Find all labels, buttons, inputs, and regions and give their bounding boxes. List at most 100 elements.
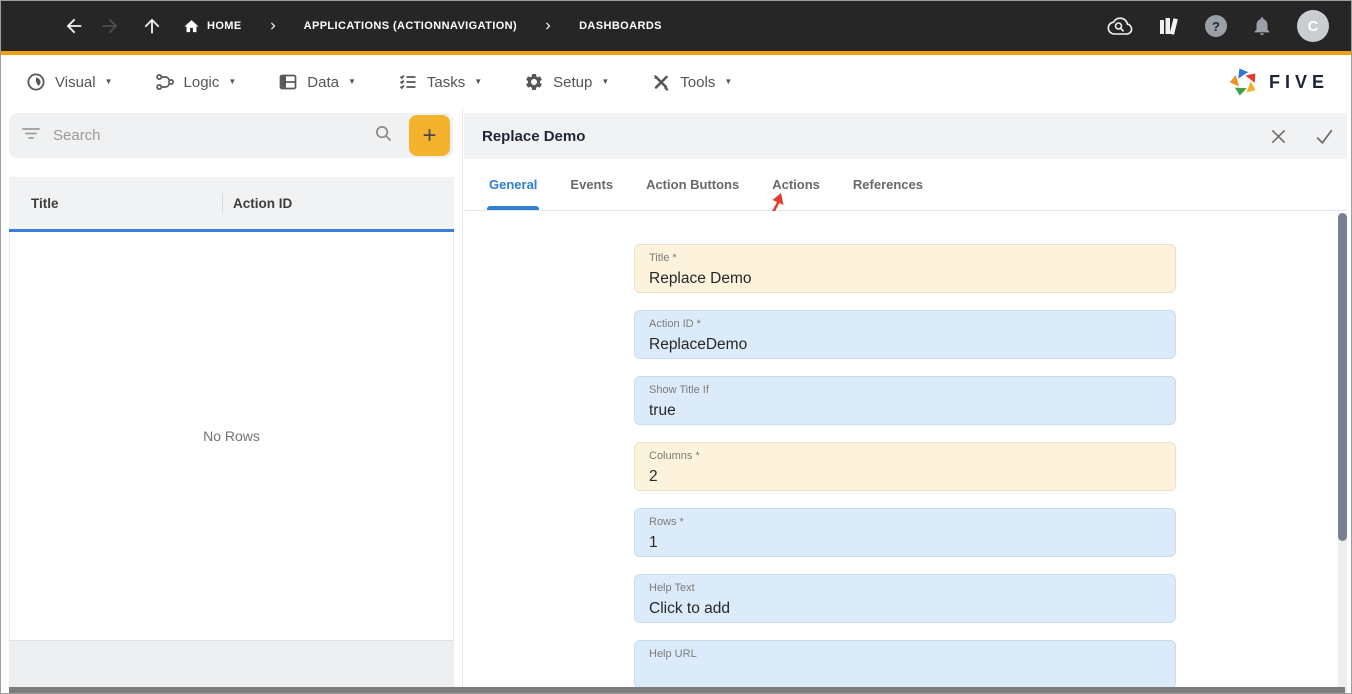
records-list-panel: + Title Action ID No Rows	[9, 109, 454, 693]
form-header: Replace Demo	[464, 113, 1347, 159]
tab-events[interactable]: Events	[570, 159, 613, 210]
horizontal-scrollbar[interactable]	[9, 687, 1345, 693]
help-icon[interactable]: ?	[1205, 15, 1227, 37]
cloud-search-icon[interactable]	[1107, 14, 1133, 38]
table-footer	[9, 640, 454, 687]
field-value: 2	[649, 468, 658, 485]
tasks-icon	[399, 75, 416, 90]
form-scrollbar-track	[1338, 213, 1347, 693]
menu-label: Tools	[680, 73, 716, 91]
field-label: Help Text	[649, 582, 695, 594]
five-logo-text: FIVE	[1268, 71, 1329, 92]
field-help-url[interactable]: Help URL	[634, 640, 1176, 689]
hamburger-menu-icon[interactable]	[23, 18, 45, 34]
menu-label: Data	[307, 73, 339, 91]
bell-icon[interactable]	[1251, 15, 1273, 37]
caret-down-icon: ▼	[474, 77, 483, 86]
chevron-right-icon	[266, 19, 280, 33]
forward-arrow-icon[interactable]	[99, 15, 121, 37]
breadcrumb-home[interactable]: HOME	[183, 18, 242, 35]
field-title[interactable]: Title * Replace Demo	[634, 244, 1176, 293]
up-arrow-icon[interactable]	[141, 15, 163, 37]
chevron-right-icon	[541, 19, 555, 33]
form-title: Replace Demo	[482, 127, 586, 145]
menu-label: Tasks	[426, 73, 466, 91]
field-value: true	[649, 402, 676, 419]
field-label: Help URL	[649, 648, 697, 660]
avatar[interactable]: C	[1297, 10, 1329, 42]
field-help-text[interactable]: Help Text Click to add	[634, 574, 1176, 623]
menu-label: Setup	[553, 73, 593, 91]
tab-label: Action Buttons	[646, 177, 740, 192]
save-check-icon[interactable]	[1314, 126, 1335, 147]
filter-icon[interactable]	[22, 125, 40, 146]
field-action-id[interactable]: Action ID * ReplaceDemo	[634, 310, 1176, 359]
menu-item-setup[interactable]: Setup ▼	[524, 72, 609, 92]
record-form-panel: Replace Demo General Events Action Butto…	[462, 109, 1351, 693]
search-icon[interactable]	[374, 124, 393, 148]
back-arrow-icon[interactable]	[63, 15, 85, 37]
field-columns[interactable]: Columns * 2	[634, 442, 1176, 491]
active-tab-underline	[487, 206, 540, 210]
field-value: ReplaceDemo	[649, 336, 748, 353]
field-rows[interactable]: Rows * 1	[634, 508, 1176, 557]
avatar-letter: C	[1297, 10, 1329, 42]
form-tabs: General Events Action Buttons Actions Re…	[464, 159, 1347, 211]
tab-general[interactable]: General	[487, 159, 540, 210]
add-record-button[interactable]: +	[409, 115, 450, 156]
form-body: Title * Replace Demo Action ID * Replace…	[464, 211, 1347, 693]
search-bar: +	[9, 113, 453, 158]
menu-item-tasks[interactable]: Tasks ▼	[398, 72, 482, 92]
field-show-title-if[interactable]: Show Title If true	[634, 376, 1176, 425]
column-header-action-id[interactable]: Action ID	[223, 196, 292, 211]
breadcrumb-dashboards[interactable]: DASHBOARDS	[579, 20, 662, 32]
form-scrollbar-thumb[interactable]	[1338, 213, 1347, 541]
caret-down-icon: ▼	[104, 77, 113, 86]
tab-actions[interactable]: Actions	[772, 159, 820, 210]
tab-label: Actions	[772, 177, 820, 192]
tab-references[interactable]: References	[853, 159, 923, 210]
caret-down-icon: ▼	[724, 77, 733, 86]
five-logo-pinwheel-icon	[1229, 68, 1256, 96]
app-window: HOME APPLICATIONS (ACTIONNAVIGATION) DAS…	[0, 0, 1352, 694]
empty-state-text: No Rows	[203, 428, 260, 444]
tab-label: Events	[570, 177, 614, 192]
table-header: Title Action ID	[9, 177, 454, 229]
tab-label: General	[489, 177, 538, 192]
library-icon[interactable]	[1157, 14, 1181, 38]
main-menu-bar: Visual ▼ Logic ▼ Data ▼ Tasks ▼ Setup ▼ …	[1, 55, 1351, 109]
field-label: Title *	[649, 252, 677, 264]
menu-label: Visual	[55, 73, 96, 91]
help-glyph: ?	[1205, 15, 1227, 37]
search-input[interactable]	[53, 127, 374, 144]
field-value: Replace Demo	[649, 270, 752, 287]
field-value: 1	[649, 534, 658, 551]
top-navigation-bar: HOME APPLICATIONS (ACTIONNAVIGATION) DAS…	[1, 1, 1351, 51]
caret-down-icon: ▼	[228, 77, 237, 86]
five-logo: FIVE	[1227, 65, 1329, 99]
nav-controls: HOME APPLICATIONS (ACTIONNAVIGATION) DAS…	[1, 15, 662, 37]
caret-down-icon: ▼	[601, 77, 610, 86]
close-icon[interactable]	[1269, 127, 1288, 146]
tools-icon	[654, 75, 669, 91]
column-header-title[interactable]: Title	[9, 196, 222, 211]
menu-item-data[interactable]: Data ▼	[278, 72, 356, 92]
home-icon	[184, 19, 199, 32]
visual-icon	[27, 73, 45, 91]
field-label: Action ID *	[649, 318, 701, 330]
field-label: Columns *	[649, 450, 700, 462]
table-body: No Rows	[9, 232, 454, 640]
menu-item-tools[interactable]: Tools ▼	[651, 72, 732, 92]
field-label: Rows *	[649, 516, 684, 528]
breadcrumb-applications[interactable]: APPLICATIONS (ACTIONNAVIGATION)	[304, 20, 517, 32]
topbar-actions: ? C	[1107, 10, 1351, 42]
setup-gear-icon	[526, 74, 542, 90]
menu-item-logic[interactable]: Logic ▼	[155, 72, 237, 92]
tab-label: References	[852, 177, 923, 192]
menu-item-visual[interactable]: Visual ▼	[26, 72, 113, 92]
field-value: Click to add	[649, 600, 730, 617]
field-label: Show Title If	[649, 384, 709, 396]
breadcrumb-home-label: HOME	[207, 20, 242, 32]
caret-down-icon: ▼	[347, 77, 356, 86]
tab-action-buttons[interactable]: Action Buttons	[646, 159, 739, 210]
